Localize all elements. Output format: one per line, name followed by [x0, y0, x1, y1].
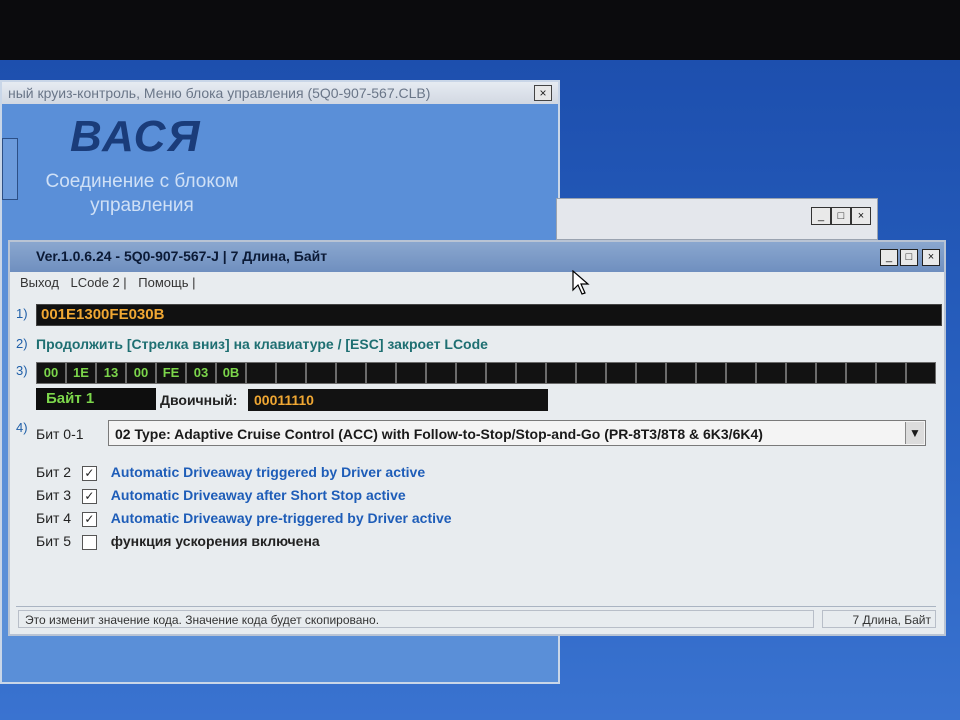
byte-cell[interactable]: [366, 362, 396, 384]
byte-cell[interactable]: [816, 362, 846, 384]
dialog-titlebar[interactable]: Ver.1.0.6.24 - 5Q0-907-567-J | 7 Длина, …: [10, 242, 944, 272]
bit-row-4: Бит 4 ✓ Automatic Driveaway pre-triggere…: [36, 510, 452, 530]
byte-cell[interactable]: 03: [186, 362, 216, 384]
bit-label: Бит 5: [36, 533, 72, 549]
bit-description: функция ускорения включена: [110, 533, 320, 549]
instruction-text: Продолжить [Стрелка вниз] на клавиатуре …: [36, 336, 488, 352]
byte-cell[interactable]: 1E: [66, 362, 96, 384]
selected-byte-label: Байт 1: [36, 388, 156, 410]
byte-cells-row: 00 1E 13 00 FE 03 0B: [36, 362, 940, 384]
connection-status: Соединение с блоком управления: [45, 171, 239, 216]
binary-label: Двоичный:: [160, 392, 238, 408]
menu-item-lcode2[interactable]: LCode 2 |: [71, 275, 127, 290]
background-window-titlebar[interactable]: ный круиз-контроль, Меню блока управлени…: [2, 82, 558, 104]
byte-cell[interactable]: [726, 362, 756, 384]
byte-cell[interactable]: 00: [36, 362, 66, 384]
byte-cell[interactable]: 13: [96, 362, 126, 384]
byte-cell[interactable]: 00: [126, 362, 156, 384]
status-bar: Это изменит значение кода. Значение кода…: [16, 606, 936, 631]
maximize-button[interactable]: □: [831, 207, 851, 225]
menu-bar: Выход LCode 2 | Помощь |: [20, 272, 204, 294]
background-window-2[interactable]: _ □ ×: [556, 198, 878, 240]
section-label-4: 4): [16, 420, 28, 435]
section-label-2: 2): [16, 336, 28, 351]
byte-cell[interactable]: [486, 362, 516, 384]
minimize-button[interactable]: _: [811, 207, 831, 225]
checkbox-bit3[interactable]: ✓: [81, 488, 97, 504]
checkbox-bit4[interactable]: ✓: [81, 511, 97, 527]
byte-cell[interactable]: [696, 362, 726, 384]
bit-description: Automatic Driveaway pre-triggered by Dri…: [110, 510, 452, 526]
byte-cell[interactable]: [306, 362, 336, 384]
close-button[interactable]: ×: [851, 207, 871, 225]
section-label-1: 1): [16, 306, 28, 321]
lcode-field[interactable]: 001E1300FE030B: [36, 304, 942, 326]
close-button[interactable]: ×: [922, 249, 940, 266]
byte-cell[interactable]: [336, 362, 366, 384]
bit-row-5: Бит 5 функция ускорения включена: [36, 533, 320, 553]
byte-cell[interactable]: [516, 362, 546, 384]
status-length: 7 Длина, Байт: [822, 610, 936, 628]
minimize-button[interactable]: _: [880, 249, 898, 266]
binary-value: 00011110: [248, 389, 548, 411]
byte-cell[interactable]: [906, 362, 936, 384]
lcode-value: 001E1300FE030B: [41, 306, 165, 323]
byte-cell[interactable]: [846, 362, 876, 384]
close-button[interactable]: ×: [534, 85, 552, 101]
byte-cell[interactable]: FE: [156, 362, 186, 384]
byte-cell[interactable]: [246, 362, 276, 384]
bit-description: Automatic Driveaway triggered by Driver …: [110, 464, 426, 480]
bit-row-3: Бит 3 ✓ Automatic Driveaway after Short …: [36, 487, 406, 507]
section-label-3: 3): [16, 363, 28, 378]
byte-cell[interactable]: [606, 362, 636, 384]
brand-logo: ВАСЯ: [70, 112, 202, 161]
chevron-down-icon[interactable]: ▼: [905, 422, 924, 444]
menu-item-exit[interactable]: Выход: [20, 275, 59, 290]
status-message: Это изменит значение кода. Значение кода…: [18, 610, 814, 628]
bit01-dropdown[interactable]: 02 Type: Adaptive Cruise Control (ACC) w…: [108, 420, 926, 446]
byte-cell[interactable]: [636, 362, 666, 384]
byte-cell[interactable]: [876, 362, 906, 384]
checkbox-bit5[interactable]: [81, 534, 97, 550]
side-panel: [2, 138, 18, 200]
byte-cell[interactable]: [546, 362, 576, 384]
mouse-cursor-icon: [572, 270, 590, 295]
lcode-dialog: Ver.1.0.6.24 - 5Q0-907-567-J | 7 Длина, …: [8, 240, 946, 636]
byte-cell[interactable]: [426, 362, 456, 384]
dialog-title: Ver.1.0.6.24 - 5Q0-907-567-J | 7 Длина, …: [36, 248, 328, 264]
bit01-selected-value: 02 Type: Adaptive Cruise Control (ACC) w…: [115, 426, 763, 442]
byte-cell[interactable]: [276, 362, 306, 384]
byte-cell[interactable]: [666, 362, 696, 384]
checkbox-bit2[interactable]: ✓: [81, 465, 97, 481]
byte-cell[interactable]: [786, 362, 816, 384]
bit01-label: Бит 0-1: [36, 426, 84, 442]
bit-label: Бит 3: [36, 487, 72, 503]
bit-description: Automatic Driveaway after Short Stop act…: [110, 487, 406, 503]
byte-cell[interactable]: [576, 362, 606, 384]
byte-cell[interactable]: [456, 362, 486, 384]
maximize-button[interactable]: □: [900, 249, 918, 266]
bit-row-2: Бит 2 ✓ Automatic Driveaway triggered by…: [36, 464, 425, 484]
byte-cell[interactable]: [396, 362, 426, 384]
byte-cell[interactable]: [756, 362, 786, 384]
background-window-title: ный круиз-контроль, Меню блока управлени…: [8, 85, 431, 101]
menu-item-help[interactable]: Помощь |: [138, 275, 195, 290]
bit-label: Бит 2: [36, 464, 72, 480]
byte-cell[interactable]: 0B: [216, 362, 246, 384]
bit-label: Бит 4: [36, 510, 72, 526]
